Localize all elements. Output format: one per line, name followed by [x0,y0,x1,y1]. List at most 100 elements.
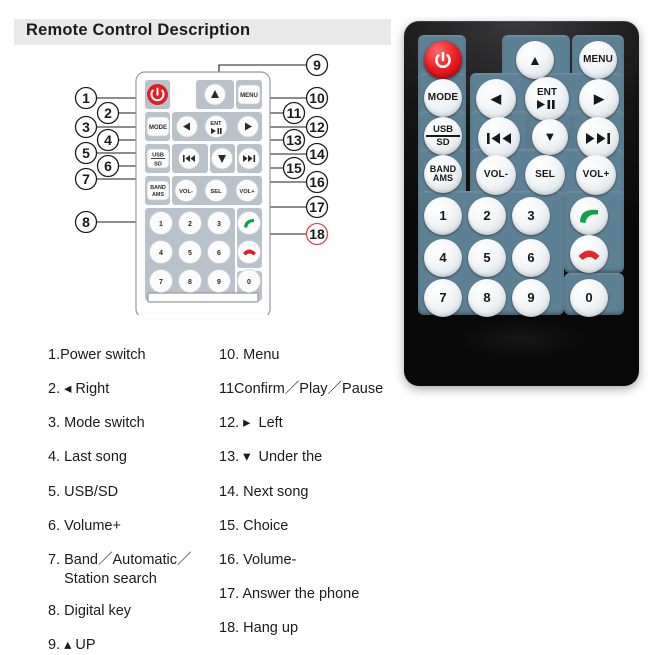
volume-down-button[interactable]: VOL- [476,155,516,195]
svg-text:0: 0 [247,279,251,286]
svg-text:SD: SD [154,162,162,168]
legend-item: 11Confirm／Play／Pause [219,381,384,398]
digit-8-button[interactable]: 8 [468,279,506,317]
digit-4-button[interactable]: 4 [424,239,462,277]
svg-text:14: 14 [309,146,325,162]
svg-text:USB: USB [152,153,164,159]
svg-text:17: 17 [309,199,325,215]
legend-item: 16. Volume- [219,551,297,568]
svg-text:13: 13 [286,132,302,148]
legend-item: 5. USB/SD [48,483,119,500]
callout-4: 4 [96,128,120,152]
svg-text:16: 16 [309,174,325,190]
legend-item: 9. ▴ UP [48,637,96,654]
ent-label: ENT [537,86,557,98]
legend-left-column: 1.Power switch 2. ◂ Right 3. Mode switch… [48,330,228,655]
svg-text:7: 7 [82,171,90,187]
legend-item: 7. Band／Automatic／ Station search [48,551,192,587]
svg-text:9: 9 [313,57,321,73]
digit-1-button[interactable]: 1 [424,197,462,235]
play-pause-icon [537,100,555,110]
svg-text:1: 1 [82,90,90,106]
legend-item: 6. Volume+ [48,517,121,534]
callout-16: 16 [305,170,329,194]
svg-text:ENT: ENT [210,121,222,127]
callout-17: 17 [305,195,329,219]
callout-7: 7 [74,167,98,191]
svg-text:MENU: MENU [240,93,258,99]
page-title: Remote Control Description [26,21,251,39]
svg-text:5: 5 [82,145,90,161]
svg-text:3: 3 [217,221,221,228]
callout-6: 6 [96,154,120,178]
power-button[interactable] [424,41,462,79]
digit-6-button[interactable]: 6 [512,239,550,277]
digit-2-button[interactable]: 2 [468,197,506,235]
digit-9-button[interactable]: 9 [512,279,550,317]
callout-12: 12 [305,115,329,139]
svg-text:VOL+: VOL+ [239,189,255,195]
select-button[interactable]: SEL [525,155,565,195]
svg-text:BAND: BAND [150,185,166,191]
digit-7-button[interactable]: 7 [424,279,462,317]
svg-text:4: 4 [159,250,163,257]
right-button[interactable]: ▶ [579,79,619,119]
legend-item: 3. Mode switch [48,415,145,432]
callout-15: 15 [282,156,306,180]
enter-play-pause-button[interactable]: ENT [525,77,569,121]
svg-text:AMS: AMS [152,192,164,198]
legend-item: 15. Choice [219,517,289,534]
callout-5: 5 [74,141,98,165]
diagram-power-icon [147,84,168,105]
svg-text:18: 18 [309,226,325,242]
legend: 1.Power switch 2. ◂ Right 3. Mode switch… [0,330,648,653]
callout-3: 3 [74,115,98,139]
svg-text:1: 1 [159,221,163,228]
svg-text:9: 9 [217,279,221,286]
svg-text:6: 6 [104,158,112,174]
svg-text:2: 2 [104,105,112,121]
usb-sd-button[interactable]: USB SD [424,117,462,155]
svg-text:11: 11 [287,105,302,121]
diagram-remote-body: MENU MODE ENT USB SD BAND AMS VOL- SEL V… [135,71,271,315]
digit-5-button[interactable]: 5 [468,239,506,277]
phone-hangup-icon [578,250,600,260]
svg-text:8: 8 [188,279,192,286]
svg-text:2: 2 [188,221,192,228]
legend-item: 1.Power switch [48,347,146,363]
legend-item: 12. ▸ Left [219,415,283,432]
callout-2: 2 [96,101,120,125]
legend-item: 2. ◂ Right [48,381,110,398]
svg-text:VOL-: VOL- [179,189,193,195]
prev-track-button[interactable] [478,117,520,159]
digit-3-button[interactable]: 3 [512,197,550,235]
legend-item: 14. Next song [219,483,309,500]
callout-9: 9 [305,53,329,77]
answer-call-button[interactable] [570,197,608,235]
band-ams-button[interactable]: BAND AMS [424,155,462,193]
legend-right-column: 10. Menu 11Confirm／Play／Pause 12. ▸ Left… [219,330,419,638]
mode-button[interactable]: MODE [424,79,462,117]
svg-text:SEL: SEL [210,189,222,195]
remote-callout-diagram: MENU MODE ENT USB SD BAND AMS VOL- SEL V… [0,50,400,315]
callout-18: 18 [305,222,329,246]
callout-13: 13 [282,128,306,152]
left-button[interactable]: ◀ [476,79,516,119]
usb-label: USB [432,123,454,135]
up-button[interactable]: ▲ [516,41,554,79]
power-icon [435,51,451,68]
svg-text:5: 5 [188,250,192,257]
menu-button[interactable]: MENU [579,41,617,79]
legend-item: 4. Last song [48,449,127,466]
digit-0-button[interactable]: 0 [570,279,608,317]
callout-1: 1 [74,86,98,110]
legend-item: 13. ▾ Under the [219,449,323,466]
svg-text:6: 6 [217,250,221,257]
hangup-call-button[interactable] [570,235,608,273]
svg-text:8: 8 [82,214,90,230]
sd-label: SD [436,136,450,148]
next-track-button[interactable] [577,117,619,159]
volume-up-button[interactable]: VOL+ [576,155,616,195]
callout-14: 14 [305,142,329,166]
down-button[interactable]: ▼ [532,119,568,155]
